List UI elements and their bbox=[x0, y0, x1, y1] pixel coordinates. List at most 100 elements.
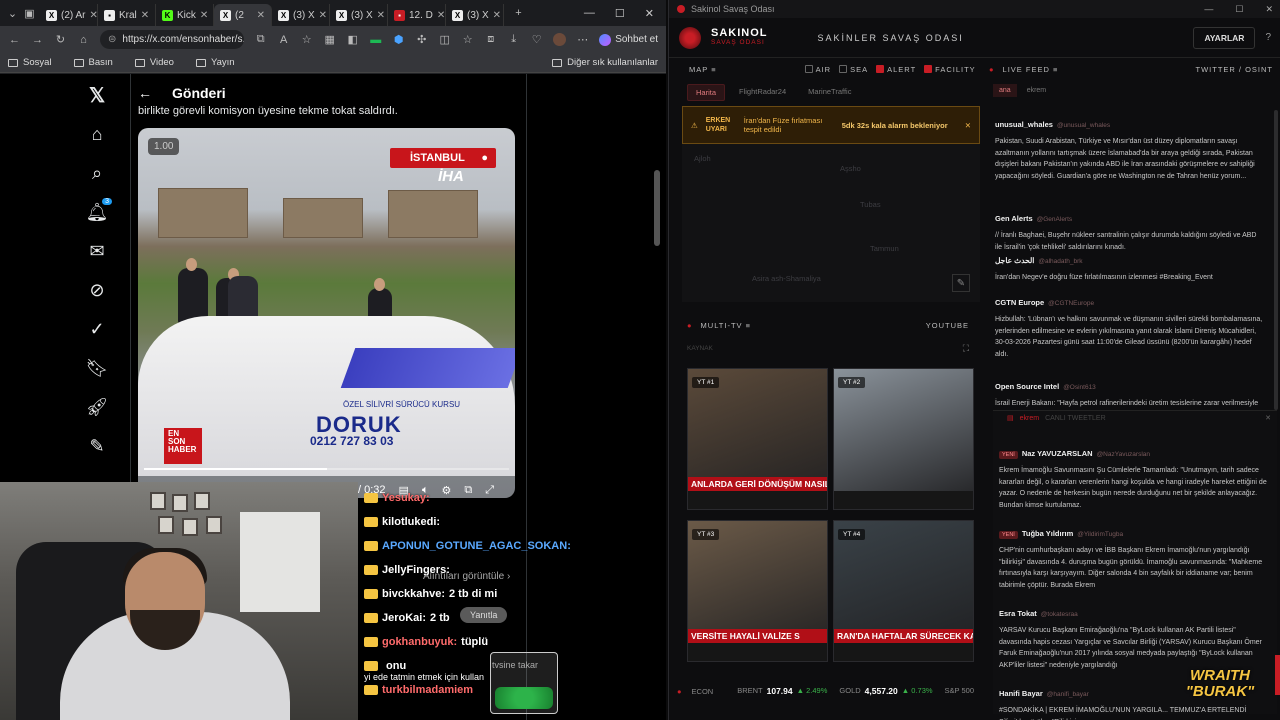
checkbox[interactable] bbox=[924, 65, 933, 73]
copilot-chat-button[interactable]: Sohbet et bbox=[599, 33, 658, 46]
map-tab-1[interactable]: FlightRadar24 bbox=[731, 84, 794, 101]
help-button[interactable]: ? bbox=[1265, 32, 1271, 43]
filter-sea[interactable]: SEA bbox=[839, 65, 868, 74]
home-icon[interactable]: ⌂ bbox=[77, 33, 90, 46]
browser-tab[interactable]: X (3) X ✕ bbox=[446, 4, 504, 26]
map-tab-2[interactable]: MarineTraffic bbox=[800, 84, 859, 101]
filter-facility[interactable]: FACILITY bbox=[924, 65, 976, 74]
extension-icon[interactable]: ▬ bbox=[369, 33, 382, 46]
tab-close-icon[interactable]: ✕ bbox=[200, 10, 208, 21]
page-scrollbar[interactable] bbox=[654, 170, 660, 246]
collections-icon[interactable]: ⧈ bbox=[484, 33, 497, 46]
minimize-icon[interactable]: — bbox=[584, 7, 595, 20]
feed-item[interactable]: CGTN Europe @CGTNEurope Hizbullah: 'Lübnan… bbox=[995, 292, 1265, 360]
browser-tab[interactable]: X (2) Ar ✕ bbox=[40, 4, 98, 26]
playback-speed[interactable]: 1.00 bbox=[148, 138, 180, 155]
home-nav-icon[interactable]: ⌂ bbox=[86, 123, 108, 145]
tab-close-icon[interactable]: ✕ bbox=[493, 10, 501, 21]
favorites-icon[interactable]: ☆ bbox=[461, 33, 474, 46]
feed-item[interactable]: الحدث عاجل @alhadath_brk İran'dan Negev'e … bbox=[995, 250, 1265, 284]
tv-tile[interactable]: YT #4 RAN'DA HAFTALAR SÜRECEK KARA H bbox=[833, 520, 974, 662]
maximize-icon[interactable]: ☐ bbox=[1235, 4, 1243, 15]
close-window-icon[interactable]: ✕ bbox=[1265, 4, 1273, 15]
tab-close-icon[interactable]: ✕ bbox=[377, 10, 385, 21]
browser-tab[interactable]: ▪ 12. D ✕ bbox=[388, 4, 446, 26]
feed-item[interactable]: Esra Tokat @tokatesraa YARSAV Kurucu Başka… bbox=[999, 603, 1269, 671]
close-alert-icon[interactable]: ✕ bbox=[965, 121, 971, 130]
feed-item[interactable]: unusual_whales @unusual_whales Pakistan, S… bbox=[995, 114, 1265, 182]
back-arrow-icon[interactable]: ← bbox=[138, 85, 152, 101]
checkbox[interactable] bbox=[839, 65, 848, 73]
bookmark-other[interactable]: Diğer sık kullanılanlar bbox=[552, 57, 658, 68]
favorite-star-icon[interactable]: ☆ bbox=[300, 33, 313, 46]
back-icon[interactable]: ← bbox=[8, 33, 21, 46]
close-window-icon[interactable]: ✕ bbox=[645, 7, 654, 20]
tab-close-icon[interactable]: ✕ bbox=[257, 10, 265, 21]
minimize-icon[interactable]: — bbox=[1204, 4, 1213, 15]
map-view[interactable]: Ajloh Aşsho Tubas Tammun Asira ash-Shama… bbox=[682, 144, 980, 302]
video-progress-bar[interactable] bbox=[144, 468, 509, 470]
tab-close-icon[interactable]: ✕ bbox=[89, 10, 97, 21]
filter-alert[interactable]: ALERT bbox=[876, 65, 916, 74]
browser-tab[interactable]: X (2 ✕ bbox=[214, 4, 272, 26]
browser-tab[interactable]: X (3) X ✕ bbox=[272, 4, 330, 26]
checkbox[interactable] bbox=[876, 65, 885, 73]
feed-item[interactable]: YENİ Tuğba Yıldırım @YildirimTugba CHP'nin … bbox=[999, 523, 1269, 591]
bookmark-sosyal[interactable]: Sosyal bbox=[8, 57, 52, 68]
bookmark-video[interactable]: Video bbox=[134, 57, 174, 68]
draw-pen-icon[interactable]: ✎ bbox=[952, 274, 970, 292]
search-nav-icon[interactable]: ⌕ bbox=[86, 162, 108, 184]
video-player[interactable]: ÖZEL SİLİVRİ SÜRÜCÜ KURSU DORUK 0212 727… bbox=[138, 128, 515, 498]
map-tab-0[interactable]: Harita bbox=[687, 84, 726, 101]
browser-tab[interactable]: X (3) X ✕ bbox=[330, 4, 388, 26]
reload-icon[interactable]: ↻ bbox=[54, 33, 67, 46]
translate-icon[interactable]: ⧉ bbox=[254, 33, 267, 46]
expand-icon[interactable]: ⛶ bbox=[963, 343, 969, 354]
browser-tab[interactable]: ▪ Kral ✕ bbox=[98, 4, 156, 26]
forward-icon[interactable]: → bbox=[31, 33, 44, 46]
verified-nav-icon[interactable]: ✓ bbox=[86, 318, 108, 340]
settings-button[interactable]: AYARLAR bbox=[1193, 26, 1256, 49]
extension-icon[interactable]: ✣ bbox=[415, 33, 428, 46]
x-logo-icon[interactable]: 𝕏 bbox=[86, 84, 108, 107]
tv-tile[interactable]: YT #2 bbox=[833, 368, 974, 510]
tab-close-icon[interactable]: ✕ bbox=[141, 10, 149, 21]
feed-tab-ekrem[interactable]: ekrem bbox=[1021, 84, 1052, 97]
close-icon[interactable]: ✕ bbox=[1265, 414, 1271, 422]
site-info-icon[interactable]: ⊜ bbox=[108, 34, 116, 45]
feed-item[interactable]: Open Source Intel @Osint613 İsrail Enerji … bbox=[995, 376, 1265, 410]
grok-nav-icon[interactable]: ⊘ bbox=[86, 279, 108, 301]
heart-icon[interactable]: ♡ bbox=[530, 33, 543, 46]
tv-source-input[interactable]: KAYNAK ⛶ bbox=[677, 340, 977, 356]
extension-icon[interactable]: ▦ bbox=[323, 33, 336, 46]
tv-tile[interactable]: YT #3 VERSİTE HAYALİ VALİZE S bbox=[687, 520, 828, 662]
feed-scrollbar[interactable] bbox=[1274, 110, 1278, 410]
compose-nav-icon[interactable]: ✎ bbox=[86, 435, 108, 457]
reader-icon[interactable]: A bbox=[277, 33, 290, 46]
maximize-icon[interactable]: ☐ bbox=[615, 7, 625, 20]
feed-tab-ana[interactable]: ana bbox=[993, 84, 1017, 97]
filter-air[interactable]: AIR bbox=[804, 65, 832, 74]
rocket-nav-icon[interactable]: 🚀︎ bbox=[86, 396, 109, 418]
feed-item[interactable]: YENİ Naz YAVUZARSLAN @NazYavuzarslan Ekrem … bbox=[999, 443, 1269, 511]
bookmark-basin[interactable]: Basın bbox=[73, 57, 113, 68]
messages-nav-icon[interactable]: ✉ bbox=[86, 240, 108, 262]
checkbox[interactable] bbox=[804, 65, 813, 73]
feed-item[interactable]: Gen Alerts @GenAlerts// İranlı Baghaei, B… bbox=[995, 208, 1265, 253]
new-tab-icon[interactable]: + bbox=[512, 7, 525, 20]
notifications-nav-icon[interactable]: 🔔︎ 3 bbox=[86, 198, 112, 223]
extension-icon[interactable]: ◧ bbox=[346, 33, 359, 46]
bookmark-yayin[interactable]: Yayın bbox=[195, 57, 235, 68]
tab-close-icon[interactable]: ✕ bbox=[319, 10, 327, 21]
tab-close-icon[interactable]: ✕ bbox=[437, 10, 445, 21]
avatar[interactable] bbox=[553, 33, 567, 46]
workspaces-icon[interactable]: ▣ bbox=[23, 7, 36, 20]
tv-tile[interactable]: YT #1 ANLARDA GERİ DÖNÜŞÜM NASIL bbox=[687, 368, 828, 510]
extension-icon[interactable]: ⬢ bbox=[392, 33, 405, 46]
downloads-icon[interactable]: ⤓ bbox=[507, 33, 520, 46]
tab-actions-icon[interactable]: ⌄ bbox=[6, 7, 19, 20]
split-screen-icon[interactable]: ◫ bbox=[438, 33, 451, 46]
browser-tab[interactable]: K Kick ✕ bbox=[156, 4, 214, 26]
url-field[interactable]: ⊜ https://x.com/ensonhaber/s... bbox=[100, 30, 245, 49]
bookmarks-nav-icon[interactable]: 🔖︎ bbox=[86, 357, 109, 379]
